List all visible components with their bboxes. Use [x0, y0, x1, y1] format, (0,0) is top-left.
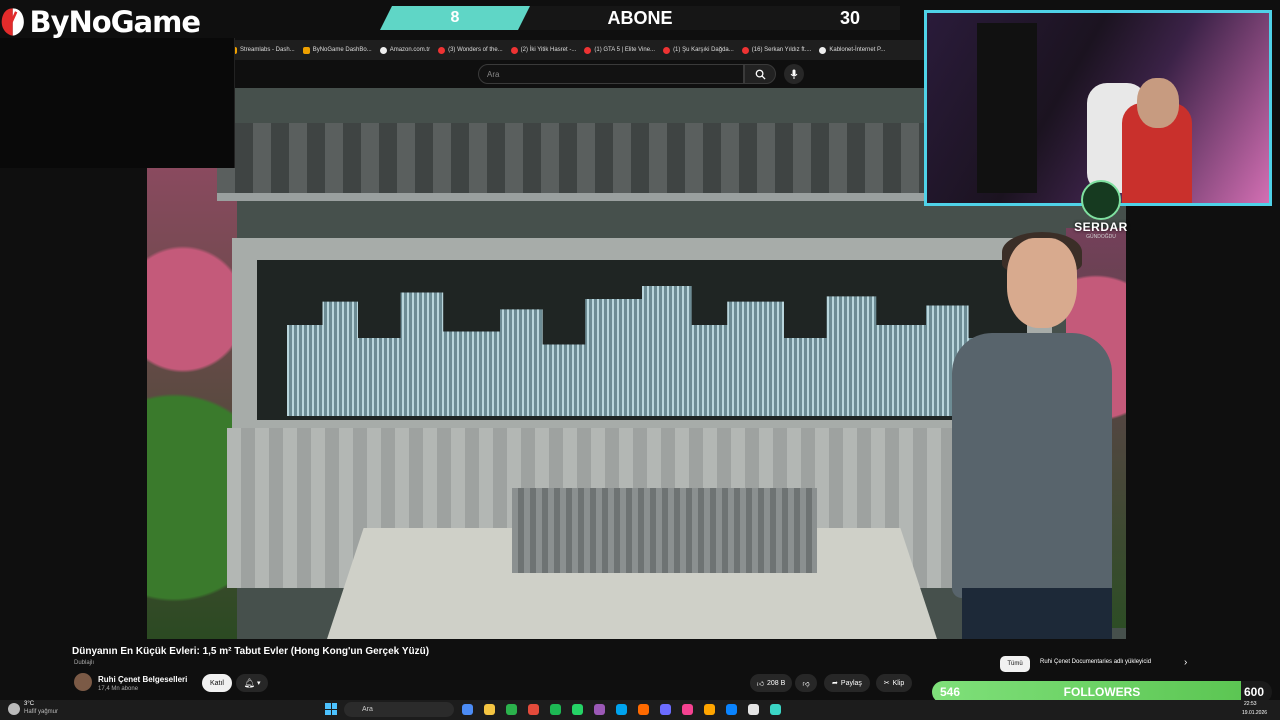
- voice-search-button[interactable]: [784, 64, 804, 84]
- bookmark-item[interactable]: Streamlabs - Dash...: [230, 46, 295, 54]
- bynogame-icon: [302, 46, 310, 54]
- bynogame-logo-text: ByNoGame: [29, 5, 201, 39]
- video-presenter: [942, 232, 1117, 639]
- bookmark-item[interactable]: (3) Wonders of the...: [438, 46, 503, 54]
- join-button[interactable]: Katıl: [202, 674, 232, 692]
- bookmark-item[interactable]: (16) Serkan Yıldız ft....: [741, 46, 812, 54]
- taskbar-app-icon[interactable]: [682, 704, 693, 715]
- bookmark-item[interactable]: (1) Şu Karşıki Dağda...: [663, 46, 734, 54]
- weather-temperature[interactable]: 3°C: [24, 701, 34, 707]
- youtube-icon: [741, 46, 749, 54]
- taskbar-app-icon[interactable]: [572, 704, 583, 715]
- taskbar-app-icon[interactable]: [550, 704, 561, 715]
- taskbar-search[interactable]: Ara: [344, 702, 454, 717]
- taskbar-app-icon[interactable]: [506, 704, 517, 715]
- chevron-down-icon: ▾: [256, 680, 261, 687]
- channel-avatar[interactable]: [74, 673, 92, 691]
- abone-label: ABONE: [607, 8, 673, 28]
- kablonet-icon: [819, 46, 827, 54]
- bookmark-item[interactable]: (2) İki Yitik Hasret -...: [510, 46, 577, 54]
- scissors-icon: ✂: [883, 680, 890, 687]
- bynogame-logo: ByNoGame: [0, 0, 201, 44]
- taskbar-app-icon[interactable]: [484, 704, 495, 715]
- streamer-head: [1137, 78, 1179, 128]
- bookmark-label: (16) Serkan Yıldız ft....: [751, 47, 812, 53]
- bookmark-item[interactable]: (1) GTA 5 | Elite Vine...: [584, 46, 656, 54]
- bookmark-label: (1) GTA 5 | Elite Vine...: [594, 47, 656, 53]
- thumbs-down-icon: 👎︎: [802, 680, 810, 688]
- taskbar-app-icon[interactable]: [528, 704, 539, 715]
- bookmark-item[interactable]: ByNoGame DashBo...: [302, 46, 372, 54]
- taskbar-app-icon[interactable]: [748, 704, 759, 715]
- search-icon: [755, 69, 766, 80]
- amazon-icon: [379, 46, 387, 54]
- channel-name[interactable]: Ruhi Çenet Belgeselleri: [98, 675, 187, 684]
- video-kowloon-model: [512, 488, 817, 573]
- clip-label: Klip: [892, 679, 905, 687]
- youtube-icon: [663, 46, 671, 54]
- serdar-name: SERDAR: [1074, 220, 1128, 234]
- microphone-icon: [790, 69, 798, 79]
- bookmark-label: (2) İki Yitik Hasret -...: [520, 47, 577, 53]
- bookmark-item[interactable]: Amazon.com.tr: [379, 46, 431, 54]
- clip-button[interactable]: ✂ Klip: [876, 674, 912, 692]
- taskbar-app-icon[interactable]: [594, 704, 605, 715]
- taskbar-app-icon[interactable]: [462, 704, 473, 715]
- like-count: 208 B: [767, 679, 786, 687]
- windows-start-icon[interactable]: [325, 703, 337, 715]
- bookmark-label: Kablonet-İnternet P...: [829, 47, 886, 53]
- thumbs-up-icon: 👍︎: [756, 680, 765, 688]
- bookmark-label: (1) Şu Karşıki Dağda...: [673, 47, 734, 53]
- chevron-right-icon[interactable]: ›: [1184, 657, 1187, 668]
- share-icon: ➦: [832, 680, 838, 687]
- search-button[interactable]: [744, 64, 776, 84]
- taskbar-app-icon[interactable]: [770, 704, 781, 715]
- webcam-overlay: [924, 10, 1272, 206]
- serdar-subname: GÜNDOĞDU: [1086, 234, 1116, 240]
- abone-current-count: 8: [380, 6, 530, 30]
- tab-all[interactable]: Tümü: [1000, 656, 1030, 672]
- dubbed-label: Dublajlı: [74, 660, 95, 666]
- search-input[interactable]: Ara: [478, 64, 744, 84]
- like-button[interactable]: 👍︎ 208 B: [750, 674, 792, 692]
- youtube-icon: [438, 46, 446, 54]
- mini-browser-window: [0, 38, 235, 168]
- bookmarks-bar: Streamlabs - Dash... ByNoGame DashBo... Am…: [230, 40, 930, 60]
- followers-current: 546: [940, 685, 961, 699]
- bell-icon: 🔔︎: [243, 677, 255, 688]
- taskbar-app-icon[interactable]: [638, 704, 649, 715]
- weather-description[interactable]: Hafif yağmur: [24, 709, 58, 715]
- clock-time[interactable]: 22:53: [1244, 701, 1257, 707]
- followers-goal: 600: [1243, 685, 1264, 699]
- astronaut-badge-icon: [1081, 180, 1121, 220]
- clock-date[interactable]: 19.01.2026: [1242, 710, 1267, 716]
- followers-label: FOLLOWERS: [1063, 685, 1141, 699]
- astronaut-poster: [977, 23, 1037, 193]
- taskbar-app-icon[interactable]: [616, 704, 627, 715]
- video-trees-left: [147, 168, 237, 639]
- weather-cloud-icon[interactable]: [8, 703, 20, 715]
- share-label: Paylaş: [840, 679, 862, 687]
- bookmark-label: ByNoGame DashBo...: [312, 47, 372, 53]
- bookmark-label: (3) Wonders of the...: [448, 47, 503, 53]
- taskbar-app-icon[interactable]: [660, 704, 671, 715]
- abone-goal: 30: [839, 8, 861, 28]
- bookmark-label: Streamlabs - Dash...: [240, 47, 295, 53]
- bookmark-label: Amazon.com.tr: [389, 47, 431, 53]
- bynogame-logo-icon: [1, 8, 24, 36]
- serdar-badge: SERDAR GÜNDOĞDU: [1068, 180, 1134, 250]
- taskbar-app-icon[interactable]: [704, 704, 715, 715]
- bookmark-item[interactable]: Kablonet-İnternet P...: [819, 46, 886, 54]
- channel-subscribers: 17,4 Mn abone: [98, 686, 139, 692]
- tab-channel[interactable]: Ruhi Çenet Documentaries adlı yükleyicid: [1040, 659, 1151, 665]
- share-button[interactable]: ➦ Paylaş: [824, 674, 870, 692]
- subscribe-bell-button[interactable]: 🔔︎ ▾: [236, 674, 268, 692]
- dislike-button[interactable]: 👎︎: [795, 674, 817, 692]
- youtube-icon: [584, 46, 592, 54]
- taskbar-app-icon[interactable]: [726, 704, 737, 715]
- video-title: Dünyanın En Küçük Evleri: 1,5 m² Tabut E…: [72, 646, 430, 657]
- youtube-icon: [510, 46, 518, 54]
